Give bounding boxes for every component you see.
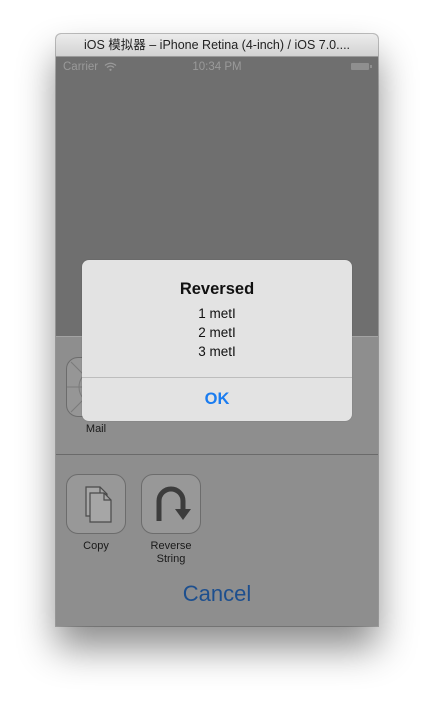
alert-dialog: Reversed 1 metI 2 metI 3 metI OK [82, 260, 352, 421]
share-item-copy[interactable]: Copy [56, 474, 136, 553]
reverse-arrow-icon [141, 474, 201, 534]
alert-title: Reversed [179, 280, 255, 298]
alert-line: 3 metI [198, 344, 236, 359]
alert-line: 1 metI [198, 306, 236, 321]
status-bar: Carrier 10:34 PM [56, 57, 378, 77]
alert-message: 1 metI 2 metI 3 metI [82, 304, 352, 361]
share-item-copy-label: Copy [83, 540, 109, 552]
window-titlebar: iOS 模拟器 – iPhone Retina (4-inch) / iOS 7… [56, 34, 378, 57]
alert-line: 2 metI [198, 325, 236, 340]
cancel-button[interactable]: Cancel [56, 580, 378, 608]
battery-icon [351, 63, 372, 70]
share-item-mail-label: Mail [85, 423, 107, 435]
share-item-reverse-string[interactable]: Reverse String [131, 474, 211, 566]
sheet-divider [56, 454, 378, 455]
share-item-reverse-label: Reverse String [150, 540, 192, 565]
window-title: iOS 模拟器 – iPhone Retina (4-inch) / iOS 7… [83, 38, 351, 52]
ok-button[interactable]: OK [82, 378, 352, 421]
copy-icon [66, 474, 126, 534]
status-time: 10:34 PM [192, 61, 242, 73]
